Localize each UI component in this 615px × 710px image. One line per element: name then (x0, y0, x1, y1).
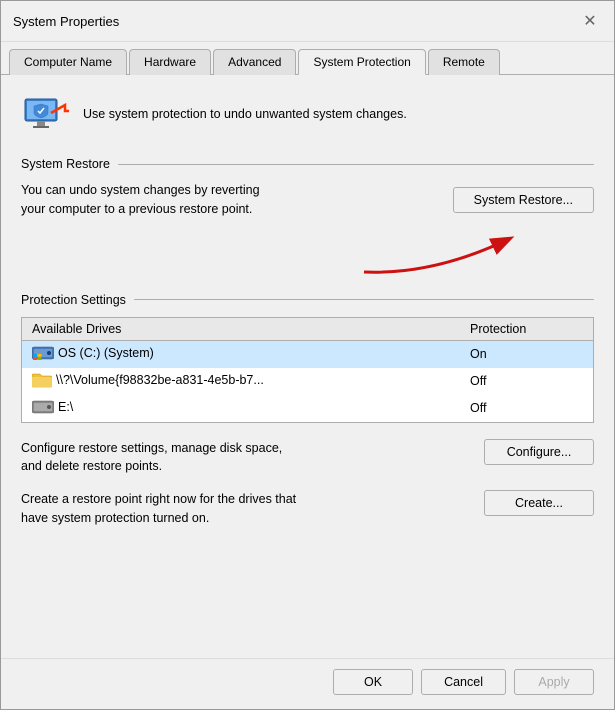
table-row[interactable]: \\?\Volume{f98832be-a831-4e5b-b7... Off (22, 368, 594, 395)
protection-settings-section: Protection Settings Available Drives Pro… (21, 293, 594, 423)
table-row[interactable]: E:\ Off (22, 395, 594, 423)
create-button[interactable]: Create... (484, 490, 594, 516)
configure-row: Configure restore settings, manage disk … (21, 439, 594, 477)
system-restore-description: You can undo system changes by reverting… (21, 181, 260, 219)
cancel-button[interactable]: Cancel (421, 669, 506, 695)
configure-description: Configure restore settings, manage disk … (21, 439, 282, 477)
tab-hardware[interactable]: Hardware (129, 49, 211, 75)
protection-settings-label: Protection Settings (21, 293, 594, 307)
arrow-area (21, 227, 594, 277)
header-description: Use system protection to undo unwanted s… (83, 106, 407, 124)
close-button[interactable]: ✕ (578, 9, 602, 33)
footer: OK Cancel Apply (1, 658, 614, 709)
drive-icon-2: \\?\Volume{f98832be-a831-4e5b-b7... (32, 372, 264, 388)
system-restore-row: You can undo system changes by reverting… (21, 181, 594, 219)
create-description: Create a restore point right now for the… (21, 490, 296, 528)
system-restore-button[interactable]: System Restore... (453, 187, 594, 213)
table-row[interactable]: OS (C:) (System) On (22, 340, 594, 368)
tab-computer-name[interactable]: Computer Name (9, 49, 127, 75)
drive-label-2: \\?\Volume{f98832be-a831-4e5b-b7... (56, 373, 264, 387)
system-restore-label: System Restore (21, 157, 594, 171)
hdd2-icon (32, 399, 54, 415)
content-area: Use system protection to undo unwanted s… (1, 75, 614, 658)
drive-name-1: OS (C:) (System) (22, 340, 461, 368)
window-title: System Properties (13, 14, 119, 29)
hdd-icon (32, 345, 54, 361)
drive-protection-2: Off (460, 368, 593, 395)
drives-table: Available Drives Protection (21, 317, 594, 423)
ok-button[interactable]: OK (333, 669, 413, 695)
tab-system-protection[interactable]: System Protection (298, 49, 425, 75)
drive-label-1: OS (C:) (System) (58, 346, 154, 360)
tab-advanced[interactable]: Advanced (213, 49, 296, 75)
drive-name-3: E:\ (22, 395, 461, 423)
drive-protection-1: On (460, 340, 593, 368)
col-protection: Protection (460, 317, 593, 340)
tab-remote[interactable]: Remote (428, 49, 500, 75)
drive-label-3: E:\ (58, 400, 73, 414)
arrow-icon (354, 227, 534, 282)
header-row: Use system protection to undo unwanted s… (21, 91, 594, 139)
drive-icon-3: E:\ (32, 399, 73, 415)
configure-button[interactable]: Configure... (484, 439, 594, 465)
apply-button[interactable]: Apply (514, 669, 594, 695)
title-bar: System Properties ✕ (1, 1, 614, 42)
create-row: Create a restore point right now for the… (21, 490, 594, 528)
folder-icon (32, 372, 52, 388)
col-available-drives: Available Drives (22, 317, 461, 340)
drive-icon-1: OS (C:) (System) (32, 345, 154, 361)
drive-name-2: \\?\Volume{f98832be-a831-4e5b-b7... (22, 368, 461, 395)
tab-bar: Computer Name Hardware Advanced System P… (1, 42, 614, 75)
drive-protection-3: Off (460, 395, 593, 423)
system-restore-section: System Restore You can undo system chang… (21, 157, 594, 277)
system-properties-window: System Properties ✕ Computer Name Hardwa… (0, 0, 615, 710)
system-protection-icon (21, 91, 69, 139)
